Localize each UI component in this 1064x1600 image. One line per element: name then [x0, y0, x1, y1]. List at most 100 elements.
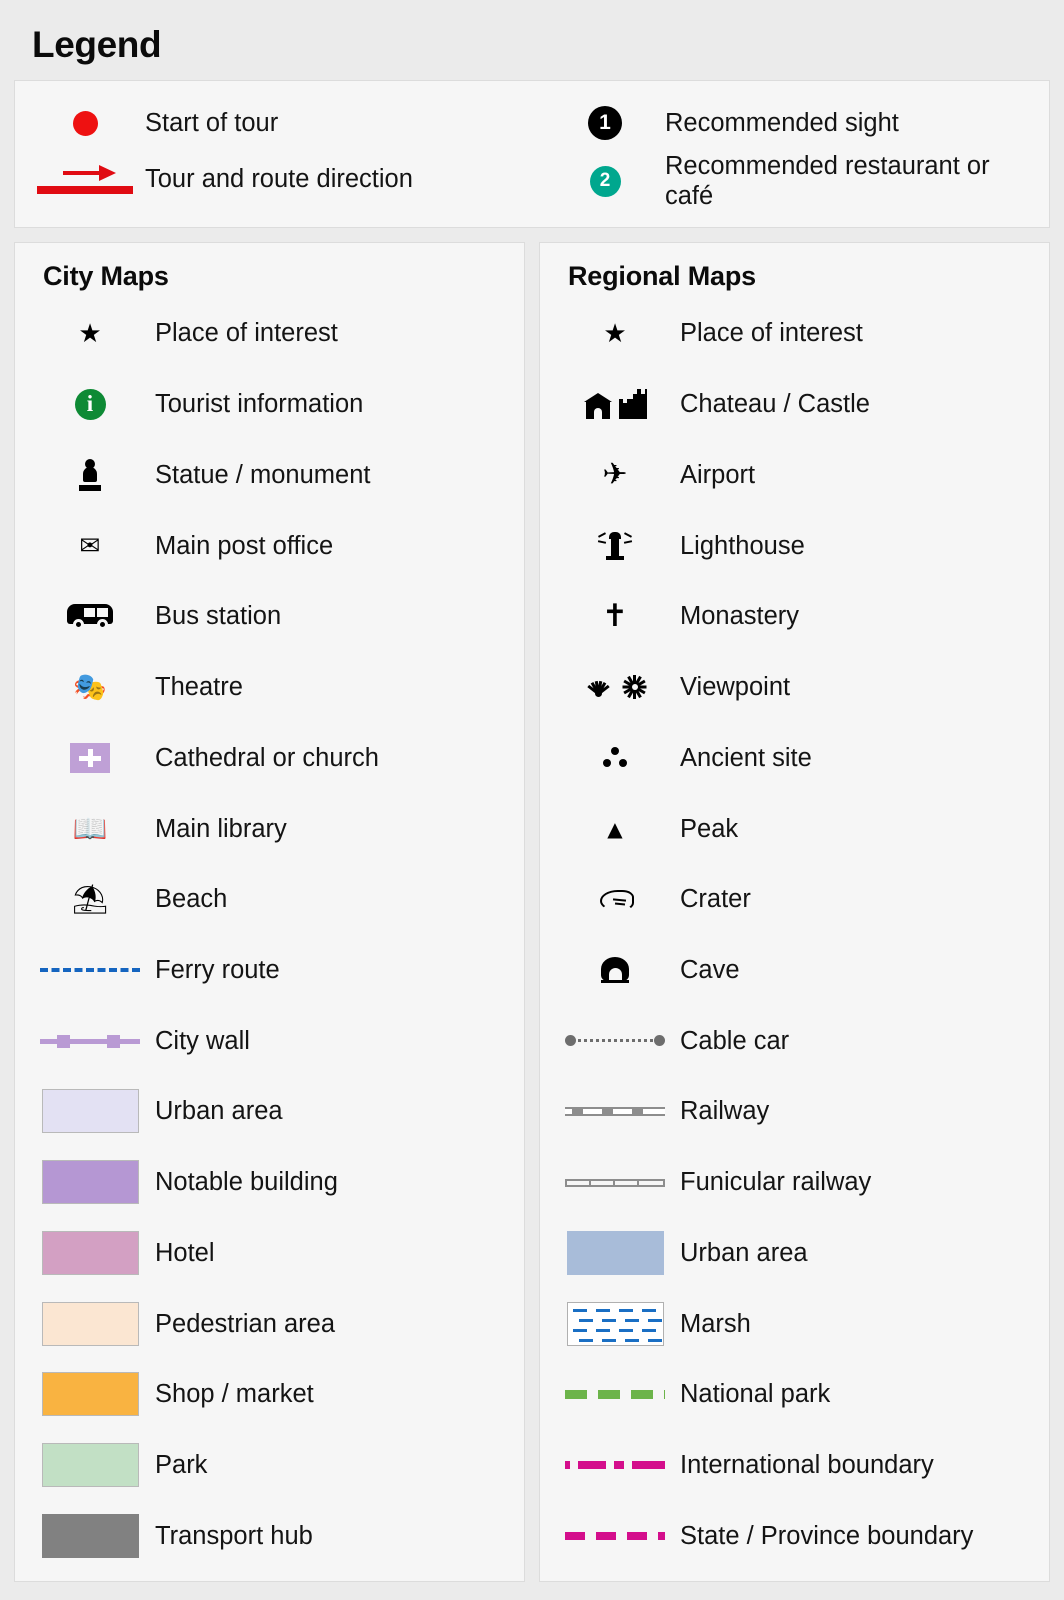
legend-row-main-library: 📖 Main library: [25, 798, 514, 860]
legend-row-shop-market: Shop / market: [25, 1363, 514, 1425]
urban-area-swatch: [25, 1089, 155, 1134]
legend-label: Marsh: [680, 1309, 751, 1338]
page-title: Legend: [32, 24, 162, 65]
legend-label: City wall: [155, 1026, 250, 1055]
legend-row-viewpoint: Viewpoint: [550, 656, 1039, 718]
ancient-site-icon: [550, 746, 680, 769]
viewpoint-icon: [550, 675, 680, 700]
start-of-tour-dot: [25, 110, 145, 136]
notable-building-swatch: [25, 1160, 155, 1205]
legend-label: Urban area: [680, 1238, 808, 1267]
recommended-sight-badge-icon: 1: [545, 106, 665, 140]
legend-label: Peak: [680, 814, 739, 843]
legend-label: Park: [155, 1450, 208, 1479]
legend-label: Tour and route direction: [145, 164, 413, 193]
legend-row-statue-monument: Statue / monument: [25, 444, 514, 506]
regional-maps-card: Regional Maps ★ Place of interest Chatea…: [539, 242, 1050, 1583]
legend-page: Legend Start of tour Tour and route dire…: [0, 0, 1064, 1600]
ferry-route-line: [25, 960, 155, 980]
legend-row-recommended-sight: 1 Recommended sight: [545, 95, 1039, 151]
legend-label: Transport hub: [155, 1521, 313, 1550]
legend-label: Beach: [155, 885, 228, 914]
legend-label: Shop / market: [155, 1380, 314, 1409]
legend-label: Theatre: [155, 673, 243, 702]
legend-row-ancient-site: Ancient site: [550, 727, 1039, 789]
legend-row-transport-hub: Transport hub: [25, 1505, 514, 1567]
legend-row-place-of-interest: ★ Place of interest: [25, 303, 514, 365]
bus-station-icon: [25, 602, 155, 631]
legend-label: Airport: [680, 460, 756, 489]
national-park-line: [550, 1389, 680, 1399]
legend-label: Bus station: [155, 602, 282, 631]
lighthouse-icon: [550, 530, 680, 562]
legend-label: Start of tour: [145, 108, 279, 137]
legend-row-cathedral-or-church: Cathedral or church: [25, 727, 514, 789]
main-library-icon: 📖: [72, 811, 108, 845]
tour-direction-arrow-icon: [25, 162, 145, 196]
legend-label: Lighthouse: [680, 531, 805, 560]
legend-label: Cathedral or church: [155, 743, 379, 772]
legend-label: Viewpoint: [680, 673, 791, 702]
crater-icon: [550, 890, 680, 912]
legend-label: Main post office: [155, 531, 334, 560]
legend-row-place-of-interest: ★ Place of interest: [550, 303, 1039, 365]
legend-label: Statue / monument: [155, 460, 371, 489]
legend-row-main-post-office: ✉ Main post office: [25, 515, 514, 577]
legend-row-start-of-tour: Start of tour: [25, 95, 545, 151]
legend-row-pedestrian-area: Pedestrian area: [25, 1293, 514, 1355]
legend-row-cable-car: Cable car: [550, 1010, 1039, 1072]
legend-label: Ancient site: [680, 743, 812, 772]
legend-row-tourist-information: i Tourist information: [25, 373, 514, 435]
legend-row-beach: ⛱ Beach: [25, 868, 514, 930]
beach-icon: ⛱: [71, 881, 109, 916]
legend-row-international-boundary: International boundary: [550, 1434, 1039, 1496]
legend-row-marsh: Marsh: [550, 1293, 1039, 1355]
tour-legend-card: Start of tour Tour and route direction 1…: [14, 80, 1050, 229]
funicular-railway-line: [550, 1174, 680, 1190]
star-icon: ★: [603, 318, 627, 349]
transport-hub-swatch: [25, 1513, 155, 1558]
state-province-boundary-line: [550, 1531, 680, 1540]
legend-row-hotel: Hotel: [25, 1222, 514, 1284]
legend-label: Railway: [680, 1097, 770, 1126]
badge-number: 1: [588, 106, 622, 140]
legend-row-crater: Crater: [550, 868, 1039, 930]
legend-label: Cave: [680, 955, 740, 984]
legend-row-monastery: ✝ Monastery: [550, 585, 1039, 647]
legend-row-state-province-boundary: State / Province boundary: [550, 1505, 1039, 1567]
legend-label: Urban area: [155, 1097, 283, 1126]
legend-row-peak: ▲ Peak: [550, 798, 1039, 860]
city-maps-card: City Maps ★ Place of interest i Tourist …: [14, 242, 525, 1583]
city-maps-title: City Maps: [43, 261, 169, 292]
legend-row-funicular-railway: Funicular railway: [550, 1151, 1039, 1213]
legend-label: State / Province boundary: [680, 1521, 974, 1550]
legend-row-chateau-castle: Chateau / Castle: [550, 373, 1039, 435]
legend-row-city-wall: City wall: [25, 1010, 514, 1072]
legend-label: Hotel: [155, 1238, 215, 1267]
legend-label: National park: [680, 1380, 831, 1409]
legend-label: Recommended sight: [665, 108, 899, 137]
international-boundary-line: [550, 1461, 680, 1470]
urban-area-swatch: [550, 1230, 680, 1275]
airport-icon: ✈: [602, 456, 628, 492]
legend-label: Crater: [680, 885, 751, 914]
legend-label: Cable car: [680, 1026, 790, 1055]
legend-row-notable-building: Notable building: [25, 1151, 514, 1213]
legend-label: Pedestrian area: [155, 1309, 336, 1338]
legend-label: International boundary: [680, 1450, 934, 1479]
hotel-swatch: [25, 1230, 155, 1275]
cable-car-line: [550, 1034, 680, 1048]
legend-label: Place of interest: [155, 319, 338, 348]
legend-row-railway: Railway: [550, 1080, 1039, 1142]
tourist-information-icon: i: [25, 388, 155, 420]
legend-label: Place of interest: [680, 319, 863, 348]
badge-number: 2: [589, 165, 621, 197]
legend-label: Chateau / Castle: [680, 390, 870, 419]
post-office-icon: ✉: [79, 531, 101, 561]
regional-maps-title: Regional Maps: [568, 261, 756, 292]
marsh-swatch: [550, 1301, 680, 1346]
legend-row-recommended-restaurant: 2 Recommended restaurant or café: [545, 151, 1039, 211]
legend-row-park: Park: [25, 1434, 514, 1496]
legend-label: Ferry route: [155, 955, 280, 984]
legend-label: Monastery: [680, 602, 800, 631]
